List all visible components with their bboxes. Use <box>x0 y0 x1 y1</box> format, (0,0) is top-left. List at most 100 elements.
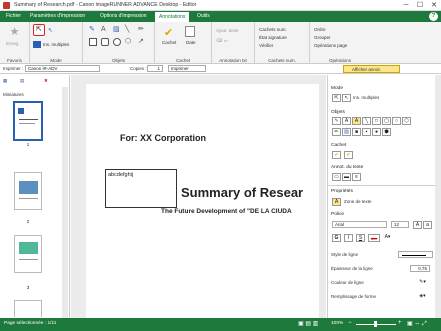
line-width-input[interactable]: 0.75 <box>410 265 430 272</box>
cachet-label: Cachet <box>175 58 191 63</box>
panel-textbox-icon[interactable]: A <box>352 117 361 125</box>
polygon-icon[interactable]: ⬡ <box>125 38 131 46</box>
panel-text-strike-icon[interactable]: ≡ <box>352 173 361 181</box>
panel-rect-icon[interactable]: □ <box>372 117 381 125</box>
highlight-icon[interactable]: ⌫ ▭ <box>216 38 228 44</box>
group-annotation-txt: Ajout. texte ⌫ ▭ Annotation txt <box>212 22 255 64</box>
ins-multiples-button[interactable]: Ins. multiples <box>43 42 69 47</box>
text-select-icon[interactable]: ↖ <box>48 27 53 34</box>
copies-input[interactable]: 1 <box>147 65 163 72</box>
afficher-annot-button[interactable]: Afficher annot. <box>343 65 400 73</box>
panel-date-stamp-icon[interactable]: ✔ <box>344 151 353 159</box>
select-mode-icon[interactable]: ⇱ <box>332 94 341 102</box>
ins-multiples-panel-button[interactable]: Ins. multiples <box>353 95 379 100</box>
thumb-line <box>19 198 38 199</box>
view-mode-icons[interactable]: ▣ ▤ ▥ <box>298 320 318 327</box>
cachet-button[interactable]: Cachet <box>162 40 176 45</box>
status-bar: Page sélectionnée : 1/11 ▣ ▤ ▥ 100% − + … <box>0 318 441 331</box>
operations-page-button[interactable]: Opérations page <box>314 43 347 48</box>
underline-button[interactable]: S <box>356 234 365 242</box>
line-icon[interactable]: ╲ <box>125 26 129 34</box>
zoom-out-icon[interactable]: − <box>348 320 352 326</box>
thumbnails-tab-icon[interactable]: ▦ <box>3 78 7 84</box>
text-select-mode-icon[interactable]: ↖ <box>342 94 351 102</box>
delete-page-icon[interactable]: ✖ <box>44 78 48 84</box>
line-style-select[interactable] <box>398 251 433 258</box>
enreg-button[interactable]: Enreg. <box>6 41 19 46</box>
text-box-content: abcdefghij <box>108 172 134 178</box>
pencil-icon[interactable]: ✏ <box>138 26 144 34</box>
tab-options-impression[interactable]: Options d'impression <box>96 11 151 22</box>
style-ligne-label: Style de ligne <box>331 252 359 257</box>
grouper-button[interactable]: Grouper <box>314 35 331 40</box>
ribbon: ★ Enreg. Favoris ⇱ ↖ Ins. multiples Mode… <box>0 22 441 64</box>
panel-polygon-icon[interactable]: ⬡ <box>402 117 411 125</box>
date-icon[interactable] <box>185 26 195 37</box>
bookmark-tab-icon[interactable]: ▤ <box>20 78 24 84</box>
maximize-button[interactable]: ☐ <box>413 0 427 11</box>
italic-button[interactable]: I <box>344 234 353 242</box>
panel-line-icon[interactable]: ╲ <box>362 117 371 125</box>
help-icon[interactable]: ? <box>429 12 438 21</box>
panel-pencil-icon[interactable]: ✏ <box>332 128 341 136</box>
panel-filled-polygon-icon[interactable]: ⬢ <box>382 128 391 136</box>
font-select[interactable]: Arial <box>332 221 387 228</box>
ajout-texte-button[interactable]: Ajout. texte <box>216 28 239 33</box>
ordre-button[interactable]: Ordre <box>314 27 326 32</box>
tab-outils[interactable]: Outils <box>193 11 214 22</box>
minimize-button[interactable]: ─ <box>399 0 413 11</box>
canvas-scrollbar[interactable] <box>319 75 326 318</box>
print-button[interactable]: Imprimer <box>168 65 206 72</box>
bold-button[interactable]: G <box>332 234 341 242</box>
font-grow-icon[interactable]: A <box>413 221 422 229</box>
thumbnail-page-4[interactable] <box>14 300 42 317</box>
tab-parametres-impression[interactable]: Paramètres d'impression <box>26 11 89 22</box>
marker-icon[interactable]: ▨ <box>113 26 120 34</box>
close-button[interactable]: ✕ <box>427 0 441 11</box>
line-color-icon[interactable]: ✎▾ <box>418 279 427 287</box>
pen-icon[interactable]: ✎ <box>89 26 95 34</box>
rounded-rectangle-icon[interactable] <box>101 38 109 46</box>
panel-ellipse-icon[interactable]: ○ <box>392 117 401 125</box>
stamp-icon[interactable]: ✔ <box>164 26 173 39</box>
properties-scrollbar[interactable] <box>435 75 441 318</box>
panel-stamp-icon[interactable]: ✔ <box>332 151 341 159</box>
verifier-button[interactable]: Vérifier <box>259 43 273 48</box>
panel-text-underline-icon[interactable]: ▬ <box>342 173 351 181</box>
font-size-select[interactable]: 12 <box>391 221 409 228</box>
fit-icons[interactable]: ▣ ⇔ ⤢ <box>407 320 427 328</box>
panel-pen-icon[interactable]: ✎ <box>332 117 341 125</box>
thumbnail-page-2[interactable] <box>14 172 42 210</box>
thumbnail-page-1[interactable] <box>13 101 43 141</box>
panel-filled-roundrect-icon[interactable]: ▪ <box>362 128 371 136</box>
ellipse-icon[interactable] <box>113 38 121 46</box>
panel-text-icon[interactable]: A <box>342 117 351 125</box>
zoom-slider-thumb[interactable] <box>374 321 377 327</box>
tab-annotations[interactable]: Annotations <box>154 11 191 22</box>
etat-signature-button[interactable]: État signature <box>259 35 287 40</box>
tab-fichier[interactable]: Fichier <box>2 11 25 22</box>
thumbnail-scrollbar[interactable] <box>62 87 68 318</box>
zoom-in-icon[interactable]: + <box>398 320 402 326</box>
printer-select[interactable]: Canon iR-ADV <box>25 65 100 72</box>
panel-text-highlight-icon[interactable]: ▭ <box>332 173 341 181</box>
font-color-icon[interactable]: A▾ <box>383 234 392 242</box>
thumbnail-page-3[interactable] <box>14 235 42 273</box>
panel-filled-ellipse-icon[interactable]: ● <box>372 128 381 136</box>
line-style-preview <box>402 255 426 256</box>
rectangle-icon[interactable] <box>89 38 97 46</box>
strikethrough-button[interactable]: abc <box>368 234 380 242</box>
text-box[interactable]: abcdefghij <box>105 169 177 208</box>
panel-roundrect-icon[interactable]: ▢ <box>382 117 391 125</box>
text-A-icon[interactable]: A <box>101 26 106 34</box>
fill-color-icon[interactable]: ◈▾ <box>418 293 427 301</box>
select-object-button[interactable]: ⇱ <box>33 24 45 36</box>
cachets-num-button[interactable]: Cachets num. <box>259 27 287 32</box>
star-icon[interactable]: ★ <box>8 26 21 39</box>
date-button[interactable]: Date <box>186 40 196 45</box>
thumb-logo <box>18 108 24 114</box>
panel-marker-icon[interactable]: ▨ <box>342 128 351 136</box>
font-shrink-icon[interactable]: a <box>423 221 432 229</box>
panel-filled-rect-icon[interactable]: ■ <box>352 128 361 136</box>
arrow-icon[interactable]: ↗ <box>138 38 144 46</box>
